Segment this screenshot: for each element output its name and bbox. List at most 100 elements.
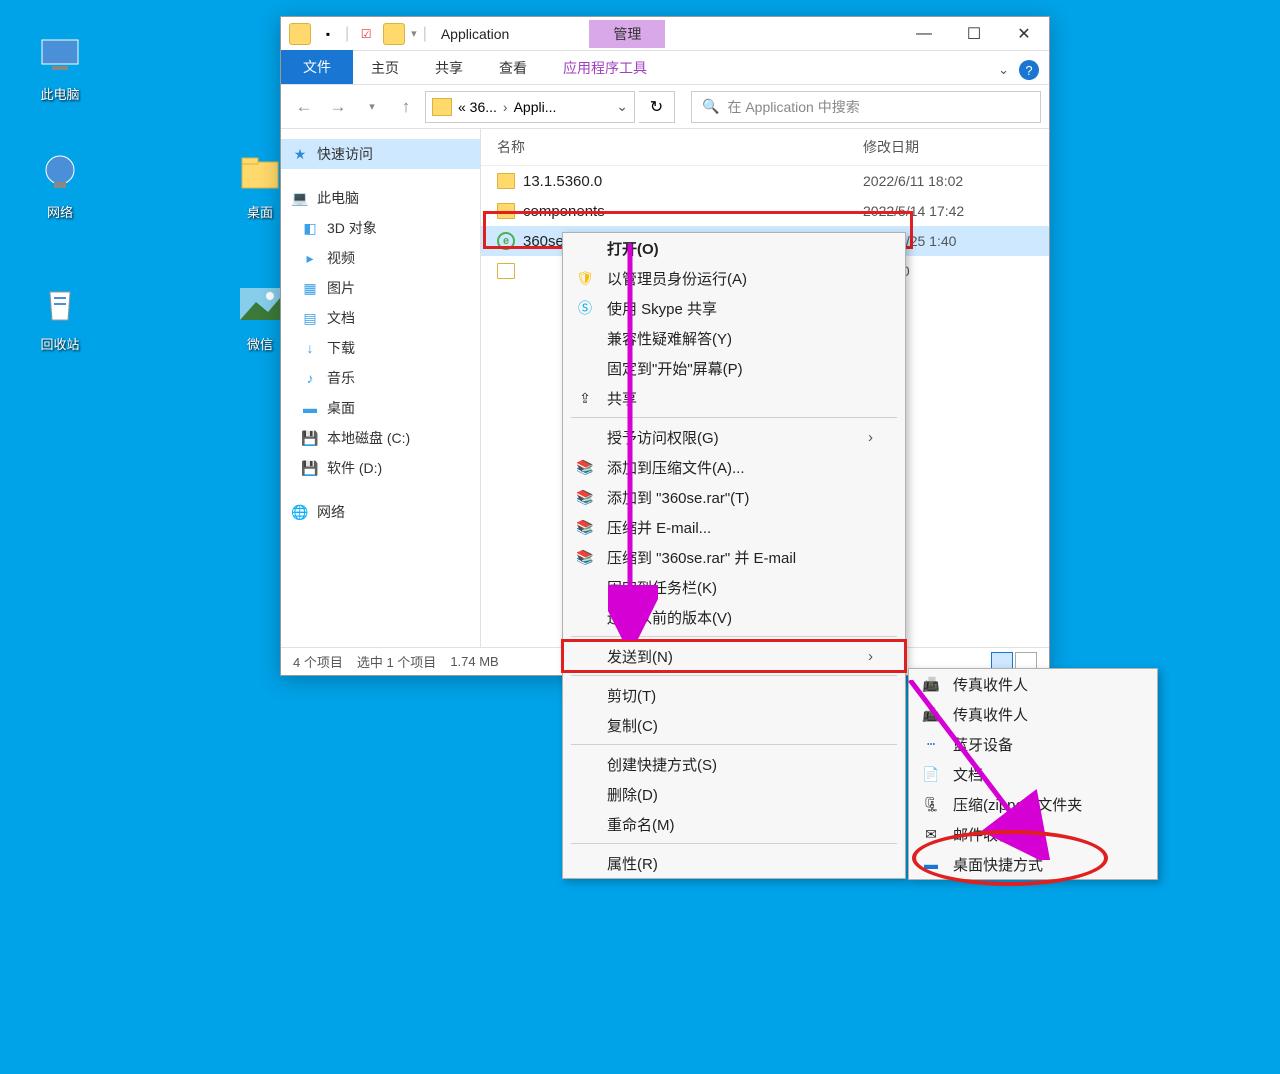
submenu-item-bluetooth[interactable]: ⵈ蓝牙设备 bbox=[909, 729, 1157, 759]
sidebar-item-music[interactable]: ♪音乐 bbox=[281, 363, 480, 393]
chevron-down-icon[interactable]: ⌄ bbox=[616, 98, 628, 115]
mail-icon: ✉ bbox=[921, 824, 941, 844]
menu-item-open[interactable]: 打开(O) bbox=[563, 233, 905, 263]
menu-item-rar2[interactable]: 📚添加到 "360se.rar"(T) bbox=[563, 482, 905, 512]
minimize-button[interactable]: — bbox=[899, 17, 949, 51]
ribbon-expand-icon[interactable]: ⌄ bbox=[998, 62, 1009, 78]
exe-icon: e bbox=[497, 232, 515, 250]
menu-item-delete[interactable]: 删除(D) bbox=[563, 779, 905, 809]
menu-label: 打开(O) bbox=[607, 238, 659, 259]
submenu-item-mail[interactable]: ✉ 邮件收件人 bbox=[909, 819, 1157, 849]
menu-item-shortcut[interactable]: 创建快捷方式(S) bbox=[563, 749, 905, 779]
qat-dropdown-icon[interactable]: ▾ bbox=[411, 27, 417, 40]
qat-btn[interactable] bbox=[383, 23, 405, 45]
chevron-right-icon: › bbox=[868, 429, 873, 446]
sidebar-item-thispc[interactable]: 💻此电脑 bbox=[281, 183, 480, 213]
image-icon bbox=[236, 280, 284, 328]
submenu-item-documents[interactable]: 📄文档 bbox=[909, 759, 1157, 789]
menu-item-giveaccess[interactable]: 授予访问权限(G)› bbox=[563, 422, 905, 452]
breadcrumb[interactable]: « 36... › Appli... ⌄ bbox=[425, 91, 635, 123]
rar-icon: 📚 bbox=[575, 487, 595, 507]
sidebar-item-videos[interactable]: ▸ 视频 bbox=[281, 243, 480, 273]
menu-item-pin-start[interactable]: 固定到"开始"屏幕(P) bbox=[563, 353, 905, 383]
menu-item-skype[interactable]: Ⓢ使用 Skype 共享 bbox=[563, 293, 905, 323]
sidebar-item-drive-c[interactable]: 💾本地磁盘 (C:) bbox=[281, 423, 480, 453]
menu-label: 以管理员身份运行(A) bbox=[607, 268, 747, 289]
desktop-icon: ▬ bbox=[921, 854, 941, 874]
qat-sep: | bbox=[423, 25, 427, 43]
sidebar-item-desktop[interactable]: ▬桌面 bbox=[281, 393, 480, 423]
column-header-date[interactable]: 修改日期 bbox=[863, 137, 1033, 157]
menu-item-restore[interactable]: 还原以前的版本(V) bbox=[563, 602, 905, 632]
submenu-item-fax[interactable]: 📠传真收件人 bbox=[909, 669, 1157, 699]
sidebar-item-pictures[interactable]: ▦图片 bbox=[281, 273, 480, 303]
context-menu: 打开(O) 🛡以管理员身份运行(A) Ⓢ使用 Skype 共享 兼容性疑难解答(… bbox=[562, 232, 906, 879]
menu-label: 使用 Skype 共享 bbox=[607, 298, 717, 319]
menu-item-copy[interactable]: 复制(C) bbox=[563, 710, 905, 740]
folder-icon bbox=[236, 148, 284, 196]
menu-label: 删除(D) bbox=[607, 784, 658, 805]
desktop-icon-thispc[interactable]: 此电脑 bbox=[20, 30, 100, 103]
menu-item-rename[interactable]: 重命名(M) bbox=[563, 809, 905, 839]
titlebar[interactable]: ▪ | ☑ ▾ | Application 管理 — ☐ ✕ bbox=[281, 17, 1049, 51]
nav-forward-button[interactable]: → bbox=[323, 92, 353, 122]
menu-item-cut[interactable]: 剪切(T) bbox=[563, 680, 905, 710]
menu-label: 共享 bbox=[607, 388, 637, 409]
menu-item-runasadmin[interactable]: 🛡以管理员身份运行(A) bbox=[563, 263, 905, 293]
file-row[interactable]: 13.1.5360.0 2022/6/11 18:02 bbox=[481, 166, 1049, 196]
column-headers[interactable]: 名称 修改日期 bbox=[481, 129, 1049, 166]
search-icon: 🔍 bbox=[702, 98, 719, 115]
refresh-button[interactable]: ↻ bbox=[639, 91, 675, 123]
qat-btn[interactable]: ▪ bbox=[317, 23, 339, 45]
quick-access-toolbar: ▪ | ☑ ▾ | bbox=[289, 23, 427, 45]
menu-item-sendto[interactable]: 发送到(N)› bbox=[563, 641, 905, 671]
menu-item-properties[interactable]: 属性(R) bbox=[563, 848, 905, 878]
menu-label: 压缩并 E-mail... bbox=[607, 517, 711, 538]
breadcrumb-part[interactable]: Appli... bbox=[514, 99, 557, 115]
submenu-item-fax[interactable]: 📠传真收件人 bbox=[909, 699, 1157, 729]
chevron-right-icon[interactable]: › bbox=[503, 99, 508, 115]
drive-icon: 💾 bbox=[301, 429, 319, 447]
sidebar-item-documents[interactable]: ▤文档 bbox=[281, 303, 480, 333]
file-icon bbox=[497, 263, 515, 279]
sidebar-item-downloads[interactable]: ↓下载 bbox=[281, 333, 480, 363]
nav-history-dropdown[interactable]: ▾ bbox=[357, 92, 387, 122]
rar-icon: 📚 bbox=[575, 517, 595, 537]
submenu-item-desktop-shortcut[interactable]: ▬桌面快捷方式 bbox=[909, 849, 1157, 879]
ribbon-tab-view[interactable]: 查看 bbox=[481, 52, 545, 84]
ribbon-tab-home[interactable]: 主页 bbox=[353, 52, 417, 84]
search-input[interactable]: 🔍 在 Application 中搜索 bbox=[691, 91, 1041, 123]
sidebar-item-3dobjects[interactable]: ◧3D 对象 bbox=[281, 213, 480, 243]
sidebar-label: 此电脑 bbox=[317, 188, 359, 208]
qat-btn[interactable]: ☑ bbox=[355, 23, 377, 45]
desktop-icon-network[interactable]: 网络 bbox=[20, 148, 100, 221]
share-icon: ⇪ bbox=[575, 388, 595, 408]
search-placeholder: 在 Application 中搜索 bbox=[727, 97, 859, 117]
maximize-button[interactable]: ☐ bbox=[949, 17, 999, 51]
column-header-name[interactable]: 名称 bbox=[497, 137, 863, 157]
sidebar-item-drive-d[interactable]: 💾软件 (D:) bbox=[281, 453, 480, 483]
menu-item-pin-taskbar[interactable]: 固定到任务栏(K) bbox=[563, 572, 905, 602]
close-button[interactable]: ✕ bbox=[999, 17, 1049, 51]
menu-item-compat[interactable]: 兼容性疑难解答(Y) bbox=[563, 323, 905, 353]
sidebar-item-network[interactable]: 🌐网络 bbox=[281, 497, 480, 527]
menu-item-rar1[interactable]: 📚添加到压缩文件(A)... bbox=[563, 452, 905, 482]
desktop-icon-recycle[interactable]: 回收站 bbox=[20, 280, 100, 353]
submenu-item-zipfolder[interactable]: 🗜压缩(zipped)文件夹 bbox=[909, 789, 1157, 819]
nav-up-button[interactable]: ↑ bbox=[391, 92, 421, 122]
file-row[interactable]: components 2022/5/14 17:42 bbox=[481, 196, 1049, 226]
menu-label: 邮件收件人 bbox=[953, 824, 1028, 845]
ribbon-tab-apptools[interactable]: 应用程序工具 bbox=[545, 52, 665, 84]
menu-item-rar3[interactable]: 📚 压缩并 E-mail... bbox=[563, 512, 905, 542]
menu-separator bbox=[571, 744, 897, 745]
sidebar-item-quickaccess[interactable]: ★快速访问 bbox=[281, 139, 480, 169]
sidebar-label: 视频 bbox=[327, 248, 355, 268]
ribbon-tab-file[interactable]: 文件 bbox=[281, 50, 353, 84]
nav-back-button[interactable]: ← bbox=[289, 92, 319, 122]
breadcrumb-part[interactable]: « 36... bbox=[458, 99, 497, 115]
menu-item-rar4[interactable]: 📚压缩到 "360se.rar" 并 E-mail bbox=[563, 542, 905, 572]
help-icon[interactable]: ? bbox=[1019, 60, 1039, 80]
menu-item-share[interactable]: ⇪ 共享 bbox=[563, 383, 905, 413]
video-icon: ▸ bbox=[301, 249, 319, 267]
ribbon-tab-share[interactable]: 共享 bbox=[417, 52, 481, 84]
